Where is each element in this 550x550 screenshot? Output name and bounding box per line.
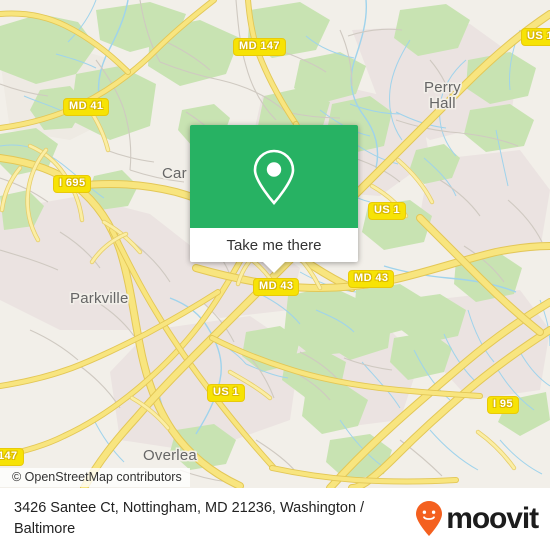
popup-header — [190, 125, 358, 228]
highway-shield-us-1-south[interactable]: US 1 — [207, 384, 246, 402]
location-popup-card[interactable]: Take me there — [190, 125, 358, 273]
highway-shield-md-43-east[interactable]: MD 43 — [348, 270, 395, 288]
footer-bar: 3426 Santee Ct, Nottingham, MD 21236, Wa… — [0, 488, 550, 550]
highway-shield-md-43-west[interactable]: MD 43 — [253, 278, 300, 296]
moovit-logo[interactable]: moovit — [414, 500, 539, 538]
highway-shield-us-1-mid[interactable]: US 1 — [368, 202, 407, 220]
moovit-smiley-pin-logo — [416, 501, 443, 536]
popup-pointer — [263, 262, 285, 273]
highway-shield-us-1-top[interactable]: US 1 — [521, 28, 550, 46]
take-me-there-button[interactable]: Take me there — [190, 228, 358, 262]
highway-shield-md-147[interactable]: MD 147 — [233, 38, 286, 56]
map-screenshot: .grn { fill:#c8e3b2; } .res { fill:#ebe3… — [0, 0, 550, 550]
highway-shield-i-95[interactable]: I 95 — [487, 396, 519, 414]
map-canvas[interactable]: .grn { fill:#c8e3b2; } .res { fill:#ebe3… — [0, 0, 550, 488]
location-pin-icon — [253, 149, 295, 205]
highway-shield-i-695[interactable]: I 695 — [53, 175, 92, 193]
address-text: 3426 Santee Ct, Nottingham, MD 21236, Wa… — [14, 500, 365, 537]
highway-shield-md-41[interactable]: MD 41 — [63, 98, 110, 116]
highway-shield-147-edge[interactable]: 147 — [0, 448, 24, 466]
osm-attribution[interactable]: © OpenStreetMap contributors — [0, 468, 190, 487]
moovit-wordmark: moovit — [446, 502, 539, 535]
